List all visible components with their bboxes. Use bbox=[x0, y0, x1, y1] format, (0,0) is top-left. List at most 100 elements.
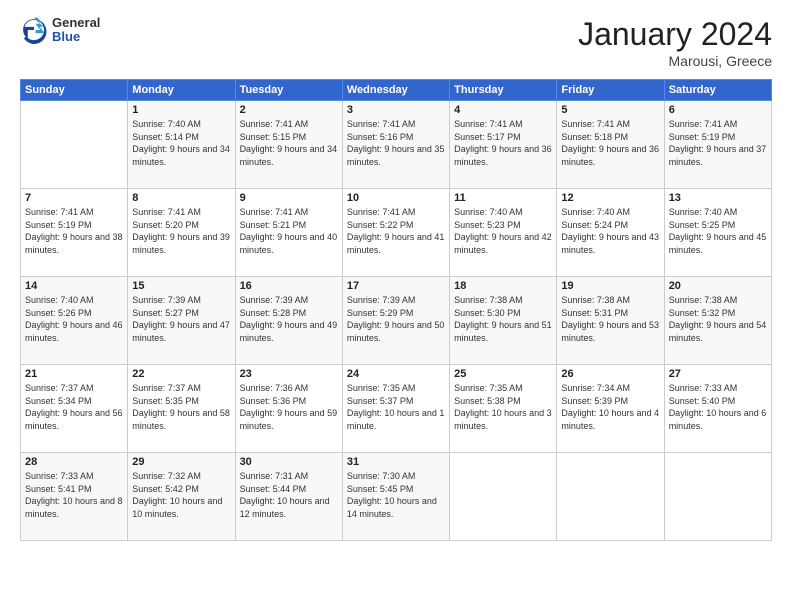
table-row: 6Sunrise: 7:41 AMSunset: 5:19 PMDaylight… bbox=[664, 101, 771, 189]
day-number: 24 bbox=[347, 368, 445, 380]
day-info: Sunrise: 7:35 AMSunset: 5:38 PMDaylight:… bbox=[454, 382, 552, 432]
day-number: 27 bbox=[669, 368, 767, 380]
day-number: 13 bbox=[669, 192, 767, 204]
day-info: Sunrise: 7:40 AMSunset: 5:24 PMDaylight:… bbox=[561, 206, 659, 256]
table-row bbox=[557, 453, 664, 541]
page: General Blue January 2024 Marousi, Greec… bbox=[0, 0, 792, 612]
day-number: 25 bbox=[454, 368, 552, 380]
table-row: 18Sunrise: 7:38 AMSunset: 5:30 PMDayligh… bbox=[450, 277, 557, 365]
calendar-week-3: 14Sunrise: 7:40 AMSunset: 5:26 PMDayligh… bbox=[21, 277, 772, 365]
day-number: 11 bbox=[454, 192, 552, 204]
day-number: 4 bbox=[454, 104, 552, 116]
day-info: Sunrise: 7:41 AMSunset: 5:16 PMDaylight:… bbox=[347, 118, 445, 168]
day-info: Sunrise: 7:30 AMSunset: 5:45 PMDaylight:… bbox=[347, 470, 445, 520]
day-number: 7 bbox=[25, 192, 123, 204]
day-info: Sunrise: 7:39 AMSunset: 5:27 PMDaylight:… bbox=[132, 294, 230, 344]
header-saturday: Saturday bbox=[664, 80, 771, 101]
table-row bbox=[21, 101, 128, 189]
header: General Blue January 2024 Marousi, Greec… bbox=[20, 16, 772, 69]
header-wednesday: Wednesday bbox=[342, 80, 449, 101]
table-row: 17Sunrise: 7:39 AMSunset: 5:29 PMDayligh… bbox=[342, 277, 449, 365]
day-info: Sunrise: 7:40 AMSunset: 5:14 PMDaylight:… bbox=[132, 118, 230, 168]
logo: General Blue bbox=[20, 16, 100, 45]
table-row: 1 Sunrise: 7:40 AMSunset: 5:14 PMDaylight… bbox=[128, 101, 235, 189]
day-info: Sunrise: 7:35 AMSunset: 5:37 PMDaylight:… bbox=[347, 382, 445, 432]
day-number: 22 bbox=[132, 368, 230, 380]
day-number: 31 bbox=[347, 456, 445, 468]
table-row: 22 Sunrise: 7:37 AMSunset: 5:35 PMDayligh… bbox=[128, 365, 235, 453]
day-info: Sunrise: 7:38 AMSunset: 5:32 PMDaylight:… bbox=[669, 294, 767, 344]
day-info: Sunrise: 7:41 AMSunset: 5:17 PMDaylight:… bbox=[454, 118, 552, 168]
table-row: 31 Sunrise: 7:30 AMSunset: 5:45 PMDayligh… bbox=[342, 453, 449, 541]
day-number: 3 bbox=[347, 104, 445, 116]
day-info: Sunrise: 7:39 AMSunset: 5:28 PMDaylight:… bbox=[240, 294, 338, 344]
table-row: 14Sunrise: 7:40 AMSunset: 5:26 PMDayligh… bbox=[21, 277, 128, 365]
table-row: 25 Sunrise: 7:35 AMSunset: 5:38 PMDayligh… bbox=[450, 365, 557, 453]
day-number: 1 bbox=[132, 104, 230, 116]
table-row: 19 Sunrise: 7:38 AMSunset: 5:31 PMDayligh… bbox=[557, 277, 664, 365]
calendar: Sunday Monday Tuesday Wednesday Thursday… bbox=[20, 79, 772, 541]
calendar-week-5: 28 Sunrise: 7:33 AMSunset: 5:41 PMDayligh… bbox=[21, 453, 772, 541]
day-number: 2 bbox=[240, 104, 338, 116]
location: Marousi, Greece bbox=[578, 53, 772, 69]
table-row: 12 Sunrise: 7:40 AMSunset: 5:24 PMDayligh… bbox=[557, 189, 664, 277]
day-number: 5 bbox=[561, 104, 659, 116]
day-info: Sunrise: 7:38 AMSunset: 5:31 PMDaylight:… bbox=[561, 294, 659, 344]
day-number: 10 bbox=[347, 192, 445, 204]
table-row: 5 Sunrise: 7:41 AMSunset: 5:18 PMDaylight… bbox=[557, 101, 664, 189]
day-info: Sunrise: 7:37 AMSunset: 5:35 PMDaylight:… bbox=[132, 382, 230, 432]
table-row bbox=[664, 453, 771, 541]
header-tuesday: Tuesday bbox=[235, 80, 342, 101]
day-info: Sunrise: 7:38 AMSunset: 5:30 PMDaylight:… bbox=[454, 294, 552, 344]
calendar-week-2: 7Sunrise: 7:41 AMSunset: 5:19 PMDaylight… bbox=[21, 189, 772, 277]
table-row: 7Sunrise: 7:41 AMSunset: 5:19 PMDaylight… bbox=[21, 189, 128, 277]
day-info: Sunrise: 7:33 AMSunset: 5:41 PMDaylight:… bbox=[25, 470, 123, 520]
day-number: 26 bbox=[561, 368, 659, 380]
day-number: 19 bbox=[561, 280, 659, 292]
month-title: January 2024 bbox=[578, 16, 772, 53]
day-info: Sunrise: 7:41 AMSunset: 5:18 PMDaylight:… bbox=[561, 118, 659, 168]
day-number: 30 bbox=[240, 456, 338, 468]
table-row: 4 Sunrise: 7:41 AMSunset: 5:17 PMDaylight… bbox=[450, 101, 557, 189]
logo-line1: General bbox=[52, 16, 100, 30]
table-row: 27Sunrise: 7:33 AMSunset: 5:40 PMDayligh… bbox=[664, 365, 771, 453]
title-block: January 2024 Marousi, Greece bbox=[578, 16, 772, 69]
header-friday: Friday bbox=[557, 80, 664, 101]
calendar-week-4: 21Sunrise: 7:37 AMSunset: 5:34 PMDayligh… bbox=[21, 365, 772, 453]
table-row: 13 Sunrise: 7:40 AMSunset: 5:25 PMDayligh… bbox=[664, 189, 771, 277]
day-number: 20 bbox=[669, 280, 767, 292]
day-number: 8 bbox=[132, 192, 230, 204]
header-sunday: Sunday bbox=[21, 80, 128, 101]
day-info: Sunrise: 7:34 AMSunset: 5:39 PMDaylight:… bbox=[561, 382, 659, 432]
day-number: 16 bbox=[240, 280, 338, 292]
day-info: Sunrise: 7:40 AMSunset: 5:25 PMDaylight:… bbox=[669, 206, 767, 256]
table-row: 26 Sunrise: 7:34 AMSunset: 5:39 PMDayligh… bbox=[557, 365, 664, 453]
calendar-header-row: Sunday Monday Tuesday Wednesday Thursday… bbox=[21, 80, 772, 101]
logo-text: General Blue bbox=[52, 16, 100, 45]
day-number: 15 bbox=[132, 280, 230, 292]
day-info: Sunrise: 7:32 AMSunset: 5:42 PMDaylight:… bbox=[132, 470, 230, 520]
logo-line2: Blue bbox=[52, 30, 100, 44]
header-thursday: Thursday bbox=[450, 80, 557, 101]
table-row: 20 Sunrise: 7:38 AMSunset: 5:32 PMDayligh… bbox=[664, 277, 771, 365]
table-row: 24 Sunrise: 7:35 AMSunset: 5:37 PMDayligh… bbox=[342, 365, 449, 453]
day-info: Sunrise: 7:39 AMSunset: 5:29 PMDaylight:… bbox=[347, 294, 445, 344]
table-row: 3 Sunrise: 7:41 AMSunset: 5:16 PMDaylight… bbox=[342, 101, 449, 189]
table-row: 21Sunrise: 7:37 AMSunset: 5:34 PMDayligh… bbox=[21, 365, 128, 453]
day-number: 23 bbox=[240, 368, 338, 380]
table-row: 28 Sunrise: 7:33 AMSunset: 5:41 PMDayligh… bbox=[21, 453, 128, 541]
calendar-week-1: 1 Sunrise: 7:40 AMSunset: 5:14 PMDaylight… bbox=[21, 101, 772, 189]
table-row: 9Sunrise: 7:41 AMSunset: 5:21 PMDaylight… bbox=[235, 189, 342, 277]
day-number: 14 bbox=[25, 280, 123, 292]
table-row: 30Sunrise: 7:31 AMSunset: 5:44 PMDayligh… bbox=[235, 453, 342, 541]
day-number: 28 bbox=[25, 456, 123, 468]
table-row bbox=[450, 453, 557, 541]
day-number: 12 bbox=[561, 192, 659, 204]
day-info: Sunrise: 7:36 AMSunset: 5:36 PMDaylight:… bbox=[240, 382, 338, 432]
table-row: 16 Sunrise: 7:39 AMSunset: 5:28 PMDayligh… bbox=[235, 277, 342, 365]
table-row: 10 Sunrise: 7:41 AMSunset: 5:22 PMDayligh… bbox=[342, 189, 449, 277]
table-row: 2 Sunrise: 7:41 AMSunset: 5:15 PMDaylight… bbox=[235, 101, 342, 189]
day-info: Sunrise: 7:41 AMSunset: 5:15 PMDaylight:… bbox=[240, 118, 338, 168]
table-row: 29Sunrise: 7:32 AMSunset: 5:42 PMDayligh… bbox=[128, 453, 235, 541]
day-info: Sunrise: 7:41 AMSunset: 5:22 PMDaylight:… bbox=[347, 206, 445, 256]
